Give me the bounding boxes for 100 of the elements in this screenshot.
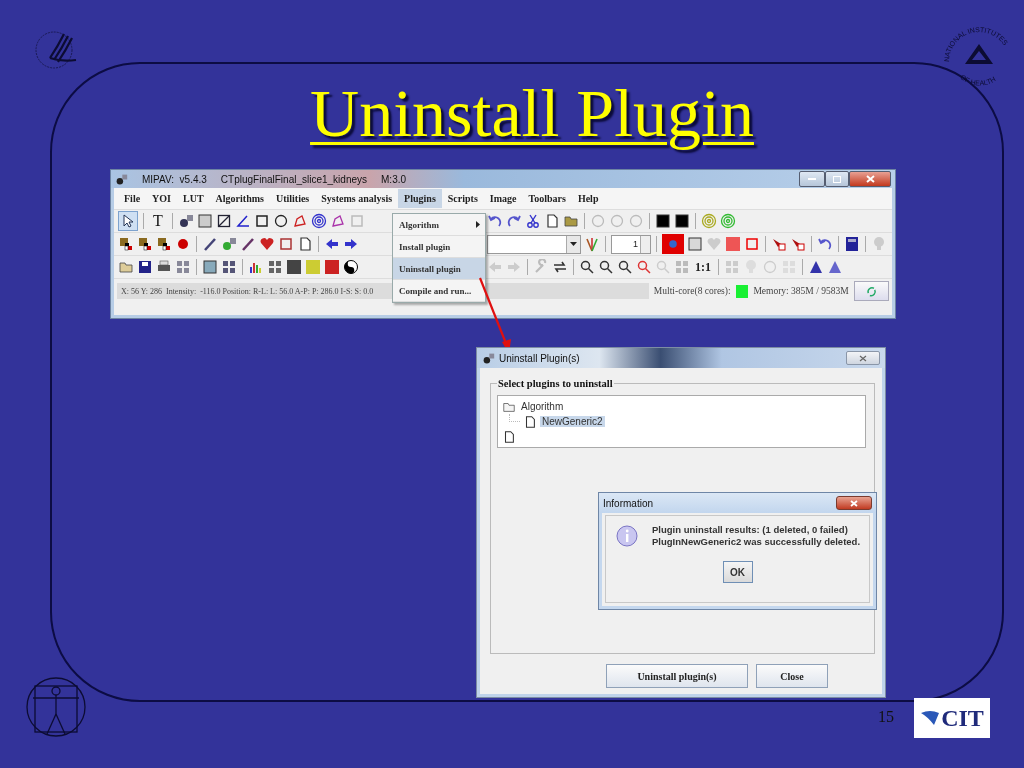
menu-item[interactable]: YOI (146, 189, 177, 208)
pencil-icon (202, 236, 218, 252)
undo-icon (817, 236, 833, 252)
folder-icon (118, 259, 134, 275)
minimize-button[interactable] (799, 171, 825, 187)
ok-button[interactable]: OK (722, 561, 753, 583)
menu-item[interactable]: Systems analysis (315, 189, 399, 208)
gradient-icon (286, 259, 302, 275)
bulb-icon (871, 236, 887, 252)
tree-item[interactable]: NewGeneric2 (540, 416, 605, 427)
triangle-icon (827, 259, 843, 275)
magnifier-icon (655, 259, 671, 275)
redo-icon (506, 213, 522, 229)
maximize-button[interactable] (825, 171, 849, 187)
menu-item[interactable]: Compile and run... (393, 280, 485, 302)
cit-logo: CIT (914, 698, 990, 738)
menu-item[interactable]: File (118, 189, 147, 208)
menu-item[interactable]: Help (571, 189, 605, 208)
left-arrow-icon (487, 259, 503, 275)
outline-square-icon (349, 213, 365, 229)
gradient-icon (725, 236, 741, 252)
dialog-title: Information (603, 497, 654, 509)
polygon-icon (330, 213, 346, 229)
text-tool-button[interactable]: T (149, 211, 167, 231)
square-icon (202, 259, 218, 275)
circle-icon (590, 213, 606, 229)
square-icon (197, 213, 213, 229)
grid-icon (267, 259, 283, 275)
outline-square-icon (254, 213, 270, 229)
message-text: PlugInNewGeneric2 was successfully deleted. (652, 536, 861, 547)
menu-item[interactable]: Toolbars (522, 189, 572, 208)
square-icon (674, 213, 690, 229)
select-tool-button[interactable] (118, 211, 138, 231)
page-icon (544, 213, 560, 229)
checker-icon (118, 236, 134, 252)
memory-label: Memory: 385M / 9583M (753, 286, 849, 296)
grid-icon (175, 259, 191, 275)
page-icon (297, 236, 313, 252)
info-icon (616, 524, 638, 547)
close-button[interactable] (836, 496, 872, 510)
submenu-arrow-icon (476, 221, 480, 228)
group-label: Select plugins to uninstall (497, 378, 614, 389)
window-title: M:3.0 (381, 173, 407, 185)
menu-item[interactable]: Scripts (441, 189, 484, 208)
close-icon (865, 175, 875, 183)
circle-icon (609, 213, 625, 229)
close-icon (859, 354, 867, 362)
circle-icon (628, 213, 644, 229)
wrench-icon (533, 259, 549, 275)
close-button[interactable] (846, 351, 880, 365)
gradient-icon (324, 259, 340, 275)
menu-item[interactable]: Utilities (269, 189, 316, 208)
recycle-icon (864, 284, 878, 298)
heart-icon (259, 236, 275, 252)
brush-icon (584, 236, 600, 252)
grid-icon (724, 259, 740, 275)
yin-yang-icon (343, 259, 359, 275)
outline-square-icon (744, 236, 760, 252)
uninstall-button[interactable]: Uninstall plugin(s) (606, 664, 748, 688)
menu-item[interactable]: Algorithms (209, 189, 270, 208)
zoom-one-button[interactable]: 1:1 (693, 257, 713, 277)
cursor-icon (120, 213, 136, 229)
spinner-field[interactable]: 1 (611, 234, 651, 254)
menu-item[interactable]: Image (483, 189, 523, 208)
checker-icon (156, 236, 172, 252)
minimize-icon (808, 177, 816, 181)
tree-item[interactable]: Algorithm (519, 401, 566, 412)
figure-logo (25, 674, 87, 740)
polygon-icon (292, 213, 308, 229)
outline-square-icon (278, 236, 294, 252)
close-icon (850, 499, 858, 507)
magnifier-icon (617, 259, 633, 275)
page-icon (502, 429, 516, 444)
checker-icon (137, 236, 153, 252)
pin-icon (790, 236, 806, 252)
menu-item[interactable]: LUT (177, 189, 210, 208)
calculator-icon (844, 236, 860, 252)
circle-icon (762, 259, 778, 275)
grid-icon (221, 259, 237, 275)
menu-item[interactable]: Algorithm (393, 214, 485, 236)
slide-title: Uninstall Plugin (310, 74, 754, 153)
grid-icon (674, 259, 690, 275)
message-text: Plugin uninstall results: (1 deleted, 0 failed) (652, 524, 849, 535)
dot-icon (667, 238, 679, 250)
target-icon (720, 213, 736, 229)
combo-box[interactable] (487, 234, 581, 254)
swoosh-icon (920, 709, 941, 727)
folder-icon (563, 213, 579, 229)
page-number: 15 (878, 708, 894, 726)
magnifier-icon (636, 259, 652, 275)
close-button[interactable] (849, 171, 891, 187)
maximize-icon (833, 175, 841, 183)
menu-item[interactable]: Uninstall plugin (393, 258, 485, 280)
close-dialog-button[interactable]: Close (756, 664, 828, 688)
menu-item[interactable]: Plugins (398, 189, 442, 208)
heart-icon (706, 236, 722, 252)
dot-icon (175, 236, 191, 252)
dialog-title: Uninstall Plugin(s) (499, 352, 580, 364)
target-icon (311, 213, 327, 229)
diagonal-square-icon (216, 213, 232, 229)
